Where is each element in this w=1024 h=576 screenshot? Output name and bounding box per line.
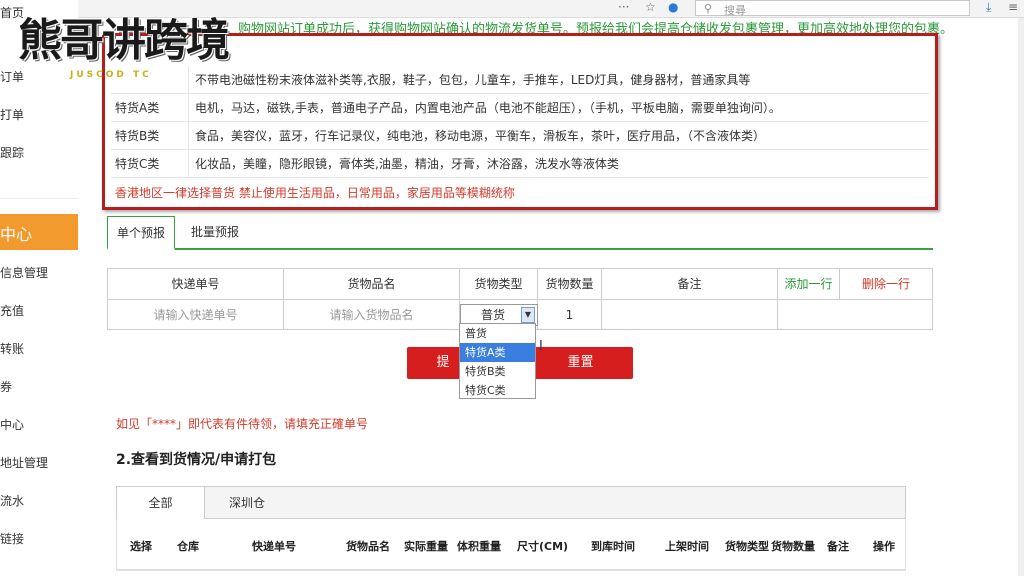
sidebar-item-label: 跟踪 bbox=[0, 146, 25, 160]
pending-note: 如见「****」即代表有件待领，请填充正確单号 bbox=[116, 417, 369, 431]
header-divider bbox=[117, 569, 905, 570]
reset-button[interactable]: 重置 bbox=[528, 347, 633, 379]
sidebar-item-label: 订单 bbox=[0, 70, 25, 84]
header-tracking: 快递单号 bbox=[108, 269, 284, 300]
sidebar-item-label: 打单 bbox=[0, 108, 25, 122]
category-desc: 不带电池磁性粉末液体滋补类等,衣服，鞋子，包包，儿童车，手推车，LED灯具，健身… bbox=[195, 73, 751, 87]
dropdown-option-highlighted[interactable]: 特货A类 bbox=[460, 343, 535, 362]
category-row: 不带电池磁性粉末液体滋补类等,衣服，鞋子，包包，儿童车，手推车，LED灯具，健身… bbox=[111, 66, 929, 94]
sidebar-item-label: 地址管理 bbox=[0, 456, 49, 470]
sidebar-item-label: 信息管理 bbox=[0, 266, 49, 280]
sidebar-item-label: 链接 bbox=[0, 532, 25, 546]
forecast-entry-table: 快递单号 货物品名 货物类型 货物数量 备注 添加一行 删除一行 请输入快递单号… bbox=[107, 268, 933, 330]
text-cursor-icon: I bbox=[539, 339, 543, 354]
add-row-link[interactable]: 添加一行 bbox=[778, 269, 840, 300]
sidebar-item-label: 中心 bbox=[0, 418, 25, 432]
sidebar-item-coupon[interactable]: 券 bbox=[0, 378, 78, 398]
remark-input[interactable] bbox=[602, 300, 778, 330]
column-header: 实际重量 bbox=[404, 540, 448, 553]
sidebar-item-print[interactable]: 打单 bbox=[0, 106, 78, 126]
dropdown-option[interactable]: 普货 bbox=[460, 324, 535, 343]
column-header: 体积重量 bbox=[457, 540, 501, 553]
sidebar-item-label: 流水 bbox=[0, 494, 25, 508]
category-row: 特货A类 电机，马达，磁铁,手表，普通电子产品，内置电池产品（电池不能超压），（… bbox=[111, 94, 929, 122]
sidebar-item-label: 中心 bbox=[0, 225, 33, 244]
header-type: 货物类型 bbox=[460, 269, 538, 300]
cargo-type-dropdown: 普货 特货A类 特货B类 特货C类 bbox=[459, 323, 536, 399]
qty-input[interactable]: 1 bbox=[538, 300, 602, 330]
column-header: 选择 bbox=[130, 540, 152, 553]
sidebar: 首页 订单 打单 跟踪 中心 信息管理 充值 转账 券 中心 地址管理 流水 链… bbox=[0, 0, 78, 576]
section-title: 2.查看到货情况/申请打包 bbox=[116, 452, 277, 468]
delete-row-link[interactable]: 删除一行 bbox=[840, 269, 932, 300]
column-header: 到库时间 bbox=[591, 540, 635, 553]
dropdown-option[interactable]: 特货B类 bbox=[460, 362, 535, 381]
column-header: 货物类型 bbox=[725, 540, 769, 553]
column-header: 尺寸(CM) bbox=[517, 540, 569, 553]
column-header: 货物数量 bbox=[771, 540, 815, 553]
sidebar-divider bbox=[0, 198, 78, 199]
column-header: 货物品名 bbox=[346, 540, 390, 553]
sidebar-item-orders[interactable]: 订单 bbox=[0, 68, 78, 88]
extension-icon[interactable]: ● bbox=[668, 0, 678, 14]
sidebar-item-center-active[interactable]: 中心 bbox=[0, 214, 78, 250]
tab-single-forecast[interactable]: 单个预报 bbox=[107, 216, 175, 250]
category-desc: 电机，马达，磁铁,手表，普通电子产品，内置电池产品（电池不能超压），（手机，平板… bbox=[195, 101, 781, 115]
category-desc: 化妆品，美瞳，隐形眼镜，膏体类,油墨，精油，牙膏，沐浴露，洗发水等液体类 bbox=[195, 157, 619, 171]
goods-input[interactable]: 请输入货物品名 bbox=[329, 308, 413, 322]
bookmark-icon[interactable]: ☆ bbox=[645, 0, 656, 14]
dropdown-option[interactable]: 特货C类 bbox=[460, 381, 535, 400]
sidebar-item-info[interactable]: 信息管理 bbox=[0, 264, 78, 284]
column-header: 仓库 bbox=[177, 540, 199, 553]
more-icon[interactable]: ··· bbox=[618, 0, 629, 14]
watermark-subtext: JUSCOD TC bbox=[70, 70, 152, 80]
goods-input-cell[interactable]: 请输入货物品名 bbox=[284, 300, 460, 330]
sidebar-item-address[interactable]: 地址管理 bbox=[0, 454, 78, 474]
download-icon[interactable]: ⤓ bbox=[986, 0, 991, 15]
sidebar-item-label: 转账 bbox=[0, 342, 25, 356]
tab-all[interactable]: 全部 bbox=[117, 487, 205, 519]
cargo-type-value: 普货 bbox=[481, 308, 506, 322]
tracking-input-cell[interactable]: 请输入快递单号 bbox=[108, 300, 284, 330]
browser-search-placeholder: 搜尋 bbox=[724, 4, 746, 17]
category-warning: 香港地区一律选择普货 禁止使用生活用品，日常用品，家居用品等模糊统称 bbox=[115, 186, 515, 200]
column-header: 操作 bbox=[873, 540, 895, 553]
search-icon: ⚲ bbox=[704, 2, 713, 15]
category-label: 特货C类 bbox=[111, 150, 189, 178]
sidebar-item-label: 充值 bbox=[0, 304, 25, 318]
browser-search-box[interactable]: ⚲ 搜尋 bbox=[695, 0, 970, 17]
column-header: 上架时间 bbox=[665, 540, 709, 553]
category-row: 特货C类 化妆品，美瞳，隐形眼镜，膏体类,油墨，精油，牙膏，沐浴露，洗发水等液体… bbox=[111, 150, 929, 178]
header-goods: 货物品名 bbox=[284, 269, 460, 300]
page-scrollbar[interactable] bbox=[1018, 18, 1024, 576]
sidebar-item-transfer[interactable]: 转账 bbox=[0, 340, 78, 360]
watermark-logo: 熊哥讲跨境 bbox=[18, 15, 230, 66]
sidebar-item-flow[interactable]: 流水 bbox=[0, 492, 78, 512]
tab-batch-forecast[interactable]: 批量预报 bbox=[183, 216, 247, 250]
row-action-cell bbox=[778, 300, 932, 330]
sidebar-item-tracking[interactable]: 跟踪 bbox=[0, 144, 78, 164]
tracking-input[interactable]: 请输入快递单号 bbox=[153, 308, 237, 322]
sidebar-item-link[interactable]: 链接 bbox=[0, 530, 78, 550]
category-row: 特货B类 食品，美容仪，蓝牙，行车记录仪，纯电池，移动电源，平衡车，滑板车，茶叶… bbox=[111, 122, 929, 150]
warehouse-tabs: 全部 深圳仓 bbox=[116, 486, 906, 519]
forecast-tabs: 单个预报 批量预报 bbox=[107, 216, 933, 250]
category-label: 特货A类 bbox=[111, 94, 189, 122]
tab-shenzhen[interactable]: 深圳仓 bbox=[205, 487, 289, 519]
arrivals-table-header: 选择 仓库 快递单号 货物品名 实际重量 体积重量 尺寸(CM) 到库时间 上架… bbox=[116, 519, 906, 571]
column-header: 备注 bbox=[827, 540, 849, 553]
sidebar-item-center[interactable]: 中心 bbox=[0, 416, 78, 436]
header-qty: 货物数量 bbox=[538, 269, 602, 300]
category-label: 特货B类 bbox=[111, 122, 189, 150]
column-header: 快递单号 bbox=[252, 540, 296, 553]
menu-icon[interactable]: ≡ bbox=[1008, 0, 1018, 14]
sidebar-item-recharge[interactable]: 充值 bbox=[0, 302, 78, 322]
header-remark: 备注 bbox=[602, 269, 778, 300]
category-desc: 食品，美容仪，蓝牙，行车记录仪，纯电池，移动电源，平衡车，滑板车，茶叶，医疗用品… bbox=[195, 129, 766, 143]
chevron-down-icon[interactable]: ▼ bbox=[521, 307, 535, 323]
sidebar-item-label: 券 bbox=[0, 380, 13, 394]
